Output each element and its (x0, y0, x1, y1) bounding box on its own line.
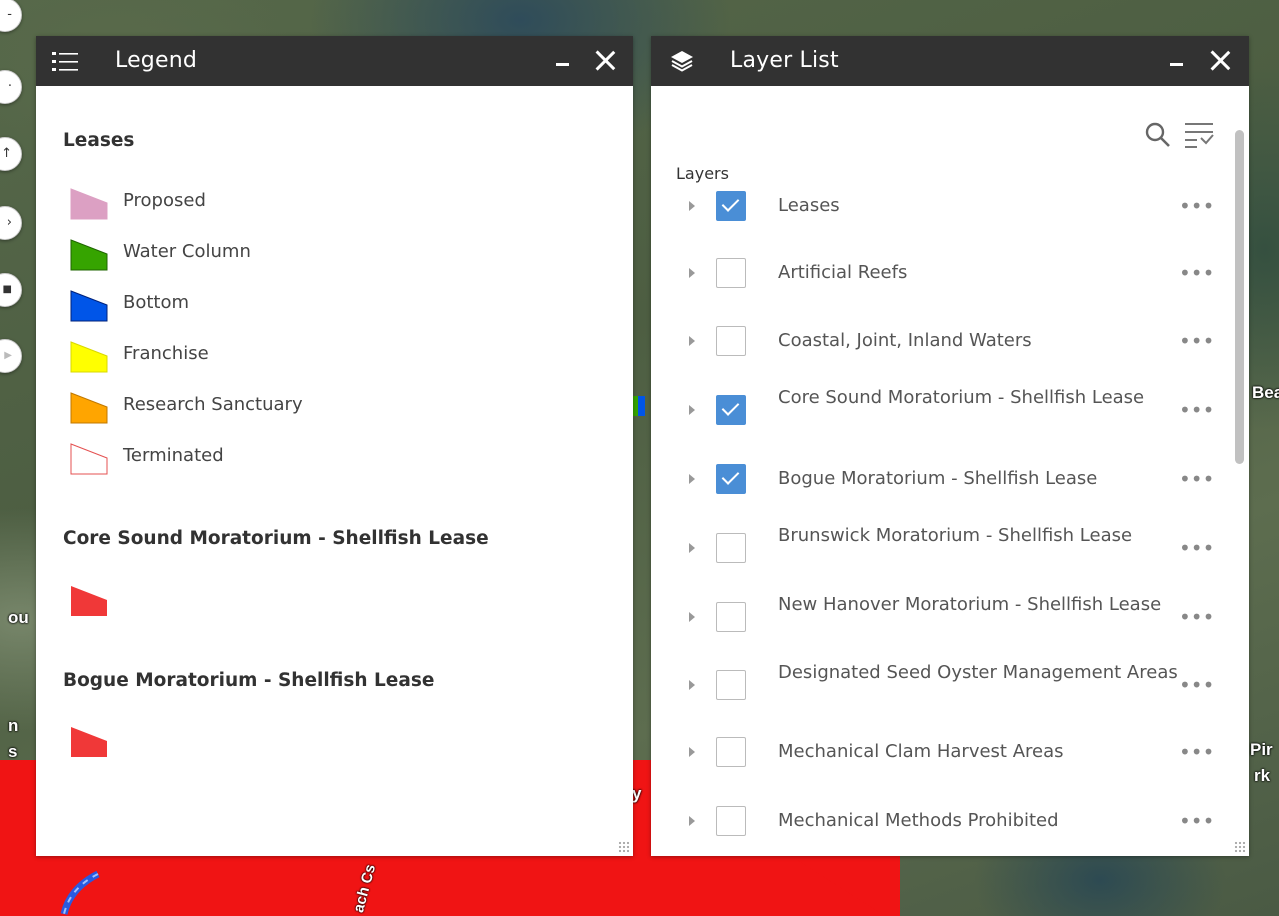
map-lease-feature (633, 396, 645, 416)
dot-icon: · (7, 79, 12, 94)
legend-swatch (70, 188, 108, 220)
more-options-icon[interactable]: ••• (1179, 467, 1214, 491)
minimize-button[interactable] (553, 50, 573, 70)
layer-checkbox[interactable] (716, 326, 746, 356)
zoom-out-button[interactable]: · (0, 70, 22, 104)
legend-swatch (70, 341, 108, 373)
legend-swatch (70, 443, 108, 475)
layer-name: Core Sound Moratorium - Shellfish Lease (778, 387, 1145, 408)
expand-arrow-icon[interactable] (689, 336, 695, 346)
legend-item-label: Terminated (123, 445, 224, 466)
resize-grip[interactable] (1234, 841, 1246, 853)
expand-arrow-icon[interactable] (689, 612, 695, 622)
more-options-icon[interactable]: ••• (1179, 740, 1214, 764)
layer-name: Mechanical Methods Prohibited (778, 810, 1059, 831)
layer-checkbox[interactable] (716, 395, 746, 425)
map-place-label: Pir (1250, 740, 1273, 759)
more-options-icon[interactable]: ••• (1179, 673, 1214, 697)
map-channel-line (60, 870, 100, 915)
map-place-label: ou (8, 608, 29, 627)
expand-arrow-icon[interactable] (689, 816, 695, 826)
north-arrow-icon: ↑ (1, 146, 12, 161)
legend-swatch (71, 727, 107, 757)
map-moratorium-area (0, 780, 34, 916)
map-place-label: n (8, 716, 19, 735)
more-options-icon[interactable]: ••• (1179, 329, 1214, 353)
more-options-icon[interactable]: ••• (1179, 536, 1214, 560)
layers-heading: Layers (676, 164, 729, 183)
more-options-icon[interactable]: ••• (1179, 194, 1214, 218)
layer-name: Brunswick Moratorium - Shellfish Lease (778, 525, 1133, 546)
layer-name: Mechanical Clam Harvest Areas (778, 741, 1064, 762)
legend-panel-title: Legend (115, 48, 198, 73)
layer-name: Leases (778, 195, 840, 216)
layer-list-panel-header[interactable]: Layer List (651, 36, 1249, 86)
legend-section-title: Core Sound Moratorium - Shellfish Lease (63, 528, 489, 549)
play-button[interactable]: ▶ (0, 339, 22, 373)
map-place-label: y (632, 784, 642, 803)
legend-item-label: Franchise (123, 343, 209, 364)
more-options-icon[interactable]: ••• (1179, 398, 1214, 422)
legend-swatch (71, 586, 107, 616)
layer-checkbox[interactable] (716, 737, 746, 767)
square-icon: ■ (2, 284, 12, 295)
map-place-label: Bea (1252, 383, 1279, 402)
scrollbar[interactable] (1235, 130, 1244, 464)
legend-panel-header[interactable]: Legend (36, 36, 633, 86)
search-icon[interactable] (1145, 122, 1171, 148)
stop-button[interactable]: ■ (0, 273, 22, 307)
chevron-right-icon: › (6, 215, 12, 230)
layer-checkbox[interactable] (716, 670, 746, 700)
resize-grip[interactable] (618, 841, 630, 853)
legend-list-icon (52, 52, 78, 71)
layer-checkbox[interactable] (716, 464, 746, 494)
compass-button[interactable]: ↑ (0, 137, 22, 171)
filter-options-icon[interactable] (1183, 120, 1215, 150)
minimize-button[interactable] (1167, 50, 1187, 70)
legend-item-label: Proposed (123, 190, 206, 211)
minus-icon: - (7, 7, 12, 22)
expand-arrow-icon[interactable] (689, 680, 695, 690)
layer-name: Bogue Moratorium - Shellfish Lease (778, 468, 1098, 489)
expand-arrow-icon[interactable] (689, 268, 695, 278)
expand-arrow-icon[interactable] (689, 405, 695, 415)
map-place-label: rk (1254, 766, 1271, 785)
layer-checkbox[interactable] (716, 258, 746, 288)
legend-swatch (70, 239, 108, 271)
map-place-label: s (8, 742, 18, 761)
layer-checkbox[interactable] (716, 533, 746, 563)
layer-name: Coastal, Joint, Inland Waters (778, 330, 1032, 351)
next-extent-button[interactable]: › (0, 206, 22, 240)
legend-section-title: Leases (63, 130, 135, 151)
layer-checkbox[interactable] (716, 191, 746, 221)
expand-arrow-icon[interactable] (689, 474, 695, 484)
layer-checkbox[interactable] (716, 602, 746, 632)
layer-name: Artificial Reefs (778, 262, 908, 283)
close-button[interactable] (1209, 49, 1231, 71)
layer-name: New Hanover Moratorium - Shellfish Lease (778, 594, 1162, 615)
layer-name: Designated Seed Oyster Management Areas (778, 662, 1178, 683)
expand-arrow-icon[interactable] (689, 543, 695, 553)
legend-item-label: Bottom (123, 292, 190, 313)
legend-item-label: Research Sanctuary (123, 394, 303, 415)
legend-item-label: Water Column (123, 241, 251, 262)
more-options-icon[interactable]: ••• (1179, 809, 1214, 833)
legend-swatch (70, 392, 108, 424)
more-options-icon[interactable]: ••• (1179, 605, 1214, 629)
expand-arrow-icon[interactable] (689, 747, 695, 757)
legend-panel: Legend Leases Proposed Water Column Bott… (36, 36, 633, 856)
close-button[interactable] (594, 49, 616, 71)
layer-list-panel-title: Layer List (730, 48, 839, 73)
layer-list-panel: Layer List Layers Leases ••• Artificial … (651, 36, 1249, 856)
legend-section-title: Bogue Moratorium - Shellfish Lease (63, 670, 435, 691)
play-icon: ▶ (4, 350, 12, 361)
legend-swatch (70, 290, 108, 322)
layer-checkbox[interactable] (716, 806, 746, 836)
zoom-in-button[interactable]: - (0, 0, 22, 32)
layers-stack-icon (671, 51, 693, 72)
more-options-icon[interactable]: ••• (1179, 261, 1214, 285)
expand-arrow-icon[interactable] (689, 201, 695, 211)
